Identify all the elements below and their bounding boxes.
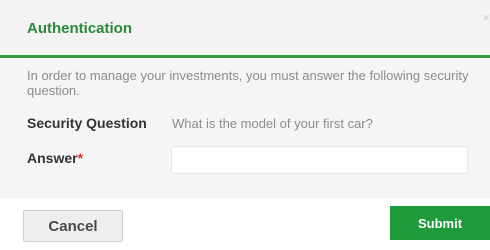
required-marker: *	[77, 150, 84, 166]
answer-input[interactable]	[171, 146, 468, 174]
close-icon[interactable]: ×	[482, 10, 490, 25]
dialog-title: Authentication	[27, 20, 132, 37]
authentication-dialog: Authentication × In order to manage your…	[0, 0, 490, 250]
answer-label: Answer*	[27, 150, 83, 166]
answer-label-text: Answer	[27, 150, 78, 166]
security-question-text: What is the model of your first car?	[172, 116, 373, 131]
dialog-footer: Cancel Submit	[0, 198, 490, 250]
intro-text: In order to manage your investments, you…	[27, 68, 469, 98]
cancel-button[interactable]: Cancel	[23, 210, 123, 242]
dialog-header: Authentication ×	[0, 0, 490, 58]
dialog-body: In order to manage your investments, you…	[0, 58, 490, 198]
security-question-label: Security Question	[27, 115, 147, 131]
submit-button[interactable]: Submit	[390, 206, 490, 240]
